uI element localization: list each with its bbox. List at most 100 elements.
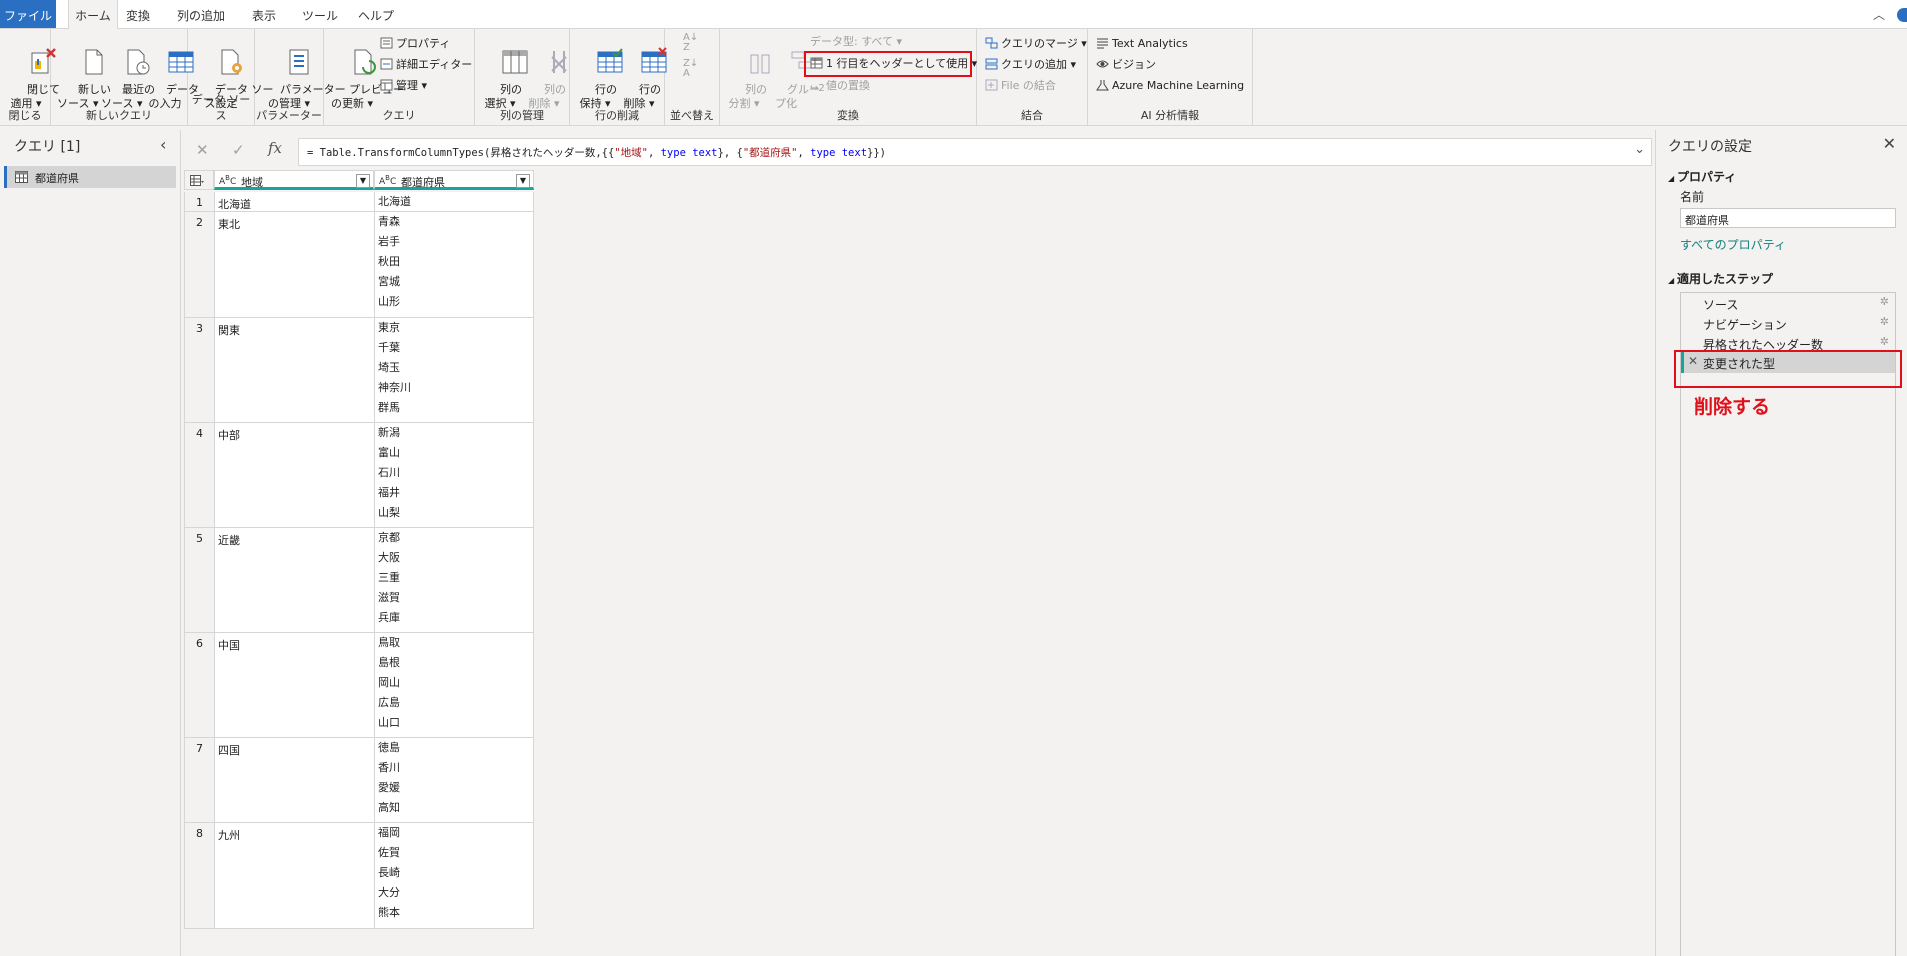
advanced-editor-button[interactable]: 詳細エディター [380, 56, 472, 74]
text-analytics-button[interactable]: Text Analytics [1096, 35, 1188, 53]
table-cell[interactable]: 東京 千葉 埼玉 神奈川 群馬 [374, 318, 534, 423]
group-close: 閉じて 適用 ▾ 閉じる [0, 29, 60, 125]
query-settings-title: クエリの設定 [1668, 139, 1752, 155]
tab-home[interactable]: ホーム [68, 0, 118, 29]
row-number: 5 [184, 528, 214, 633]
group-label-combine: 結合 [1021, 109, 1043, 122]
annotation-delete: 削除する [1694, 396, 1771, 418]
query-item[interactable]: 都道府県 [4, 166, 176, 188]
combine-files-button[interactable]: File の結合 [985, 77, 1056, 95]
column-header-region[interactable]: ABC 地域 ▼ [214, 170, 374, 190]
table-cell[interactable]: 福岡 佐賀 長崎 大分 熊本 [374, 823, 534, 929]
collapse-panel-icon[interactable]: ‹ [160, 135, 166, 154]
group-ai-insights: Text Analytics ビジョン Azure Machine Learni… [1088, 29, 1253, 125]
group-query: プレビュー の更新 ▾ プロパティ 詳細エディター 管理 ▾ クエリ [324, 29, 475, 125]
expand-formula-icon[interactable]: ⌄ [1634, 142, 1645, 157]
table-cell[interactable]: 鳥取 島根 岡山 広島 山口 [374, 633, 534, 738]
text-type-icon[interactable]: ABC [379, 174, 396, 187]
column-header-prefecture[interactable]: ABC 都道府県 ▼ [374, 170, 534, 190]
collapse-triangle-icon: ◢ [1668, 276, 1677, 285]
group-sort: A↓ Z Z↓ A 並べ替え [665, 29, 720, 125]
row-number: 1 [184, 192, 214, 212]
row-number: 6 [184, 633, 214, 738]
replace-values-button[interactable]: ↪2値の置換 [810, 77, 870, 95]
group-reduce-rows: 行の 保持 ▾ 行の 削除 ▾ 行の削減 [570, 29, 667, 125]
queries-panel: クエリ [1] ‹ 都道府県 [0, 130, 181, 956]
commit-formula-icon[interactable]: ✓ [232, 141, 245, 159]
step-item[interactable]: ナビゲーション ✲ [1681, 313, 1895, 333]
group-label-parameters: パラメーター [256, 109, 322, 122]
manage-button[interactable]: 管理 ▾ [380, 77, 427, 95]
properties-icon [380, 37, 393, 49]
tab-help[interactable]: ヘルプ [356, 0, 396, 28]
tab-tools[interactable]: ツール [300, 0, 340, 28]
fx-icon[interactable]: fx [268, 139, 282, 157]
cancel-formula-icon[interactable]: ✕ [196, 141, 209, 159]
sort-ascending-button[interactable]: A↓ Z [683, 33, 698, 53]
gear-icon[interactable]: ✲ [1880, 295, 1889, 308]
vision-button[interactable]: ビジョン [1096, 56, 1156, 74]
table-cell[interactable]: 中部 [214, 423, 374, 528]
table-cell[interactable]: 東北 [214, 212, 374, 318]
group-label-ai-insights: AI 分析情報 [1140, 109, 1200, 122]
group-label-data-source: データ ソース [191, 93, 251, 122]
close-icon[interactable]: ✕ [1883, 134, 1896, 153]
table-cell[interactable]: 四国 [214, 738, 374, 823]
group-label-close: 閉じる [8, 109, 42, 122]
gear-icon[interactable]: ✲ [1880, 335, 1889, 348]
query-name-input[interactable]: 都道府県 [1680, 208, 1896, 228]
table-cell[interactable]: 北海道 [214, 192, 374, 212]
table-cell[interactable]: 新潟 富山 石川 福井 山梨 [374, 423, 534, 528]
table-cell[interactable]: 徳島 香川 愛媛 高知 [374, 738, 534, 823]
table-cell[interactable]: 青森 岩手 秋田 宮城 山形 [374, 212, 534, 318]
step-label: ナビゲーション [1703, 318, 1787, 332]
text-type-icon[interactable]: ABC [219, 174, 236, 187]
ribbon-tab-bar: ファイル ホーム 変換 列の追加 表示 ツール ヘルプ ︿ [0, 0, 1907, 29]
collapse-ribbon-icon[interactable]: ︿ [1873, 6, 1885, 23]
table-cell[interactable]: 近畿 [214, 528, 374, 633]
all-properties-link[interactable]: すべてのプロパティ [1680, 236, 1786, 253]
help-icon[interactable] [1897, 8, 1907, 22]
table-menu-button[interactable] [184, 170, 214, 190]
data-grid: ABC 地域 ▼ ABC 都道府県 ▼ 1 北海道 北海道 2 東北 青森 岩手… [184, 170, 534, 930]
table-cell[interactable]: 関東 [214, 318, 374, 423]
merge-icon [985, 37, 998, 49]
append-queries-button[interactable]: クエリの追加 ▾ [985, 56, 1076, 74]
row-number: 8 [184, 823, 214, 929]
table-cell[interactable]: 九州 [214, 823, 374, 929]
data-type-dropdown[interactable]: データ型: すべて ▾ [810, 33, 902, 51]
parameters-icon [289, 49, 309, 75]
group-data-source: データ ソー ス設定 データ ソース [188, 29, 273, 125]
column-filter-icon[interactable]: ▼ [516, 174, 530, 188]
formula-bar[interactable]: = Table.TransformColumnTypes(昇格されたヘッダー数,… [298, 138, 1652, 166]
group-manage-columns: 列の 選択 ▾ 列の 削除 ▾ 列の管理 [475, 29, 570, 125]
column-filter-icon[interactable]: ▼ [356, 174, 370, 188]
applied-steps-section[interactable]: ◢ 適用したステップ [1668, 270, 1773, 287]
replace-icon: ↪2 [810, 83, 825, 94]
step-item[interactable]: ソース ✲ [1681, 293, 1895, 313]
sort-descending-button[interactable]: Z↓ A [683, 59, 698, 79]
properties-button[interactable]: プロパティ [380, 35, 450, 53]
group-parameters: パラメーター の管理 ▾ パラメーター [255, 29, 346, 125]
ribbon: 閉じて 適用 ▾ 閉じる 新しい ソース ▾ 最近の ソース ▾ データ の入力… [0, 29, 1907, 126]
properties-section[interactable]: ◢ プロパティ [1668, 168, 1736, 185]
formula-text: = Table.TransformColumnTypes(昇格されたヘッダー数,… [307, 147, 886, 159]
row-number: 7 [184, 738, 214, 823]
merge-queries-button[interactable]: クエリのマージ ▾ [985, 35, 1087, 53]
flask-icon [1096, 80, 1109, 91]
tab-transform[interactable]: 変換 [120, 0, 156, 28]
table-cell[interactable]: 中国 [214, 633, 374, 738]
row-number: 4 [184, 423, 214, 528]
tab-view[interactable]: 表示 [246, 0, 282, 28]
table-cell[interactable]: 京都 大阪 三重 滋賀 兵庫 [374, 528, 534, 633]
query-item-label: 都道府県 [35, 172, 79, 185]
name-label: 名前 [1680, 190, 1705, 204]
table-cell[interactable]: 北海道 [374, 192, 534, 212]
gear-icon[interactable]: ✲ [1880, 315, 1889, 328]
advanced-editor-icon [380, 58, 393, 70]
tab-file[interactable]: ファイル [0, 0, 56, 28]
azure-ml-button[interactable]: Azure Machine Learning [1096, 77, 1244, 95]
tab-add-column[interactable]: 列の追加 [172, 0, 230, 28]
eye-icon [1096, 60, 1109, 68]
group-label-new-query: 新しいクエリ [86, 109, 152, 122]
